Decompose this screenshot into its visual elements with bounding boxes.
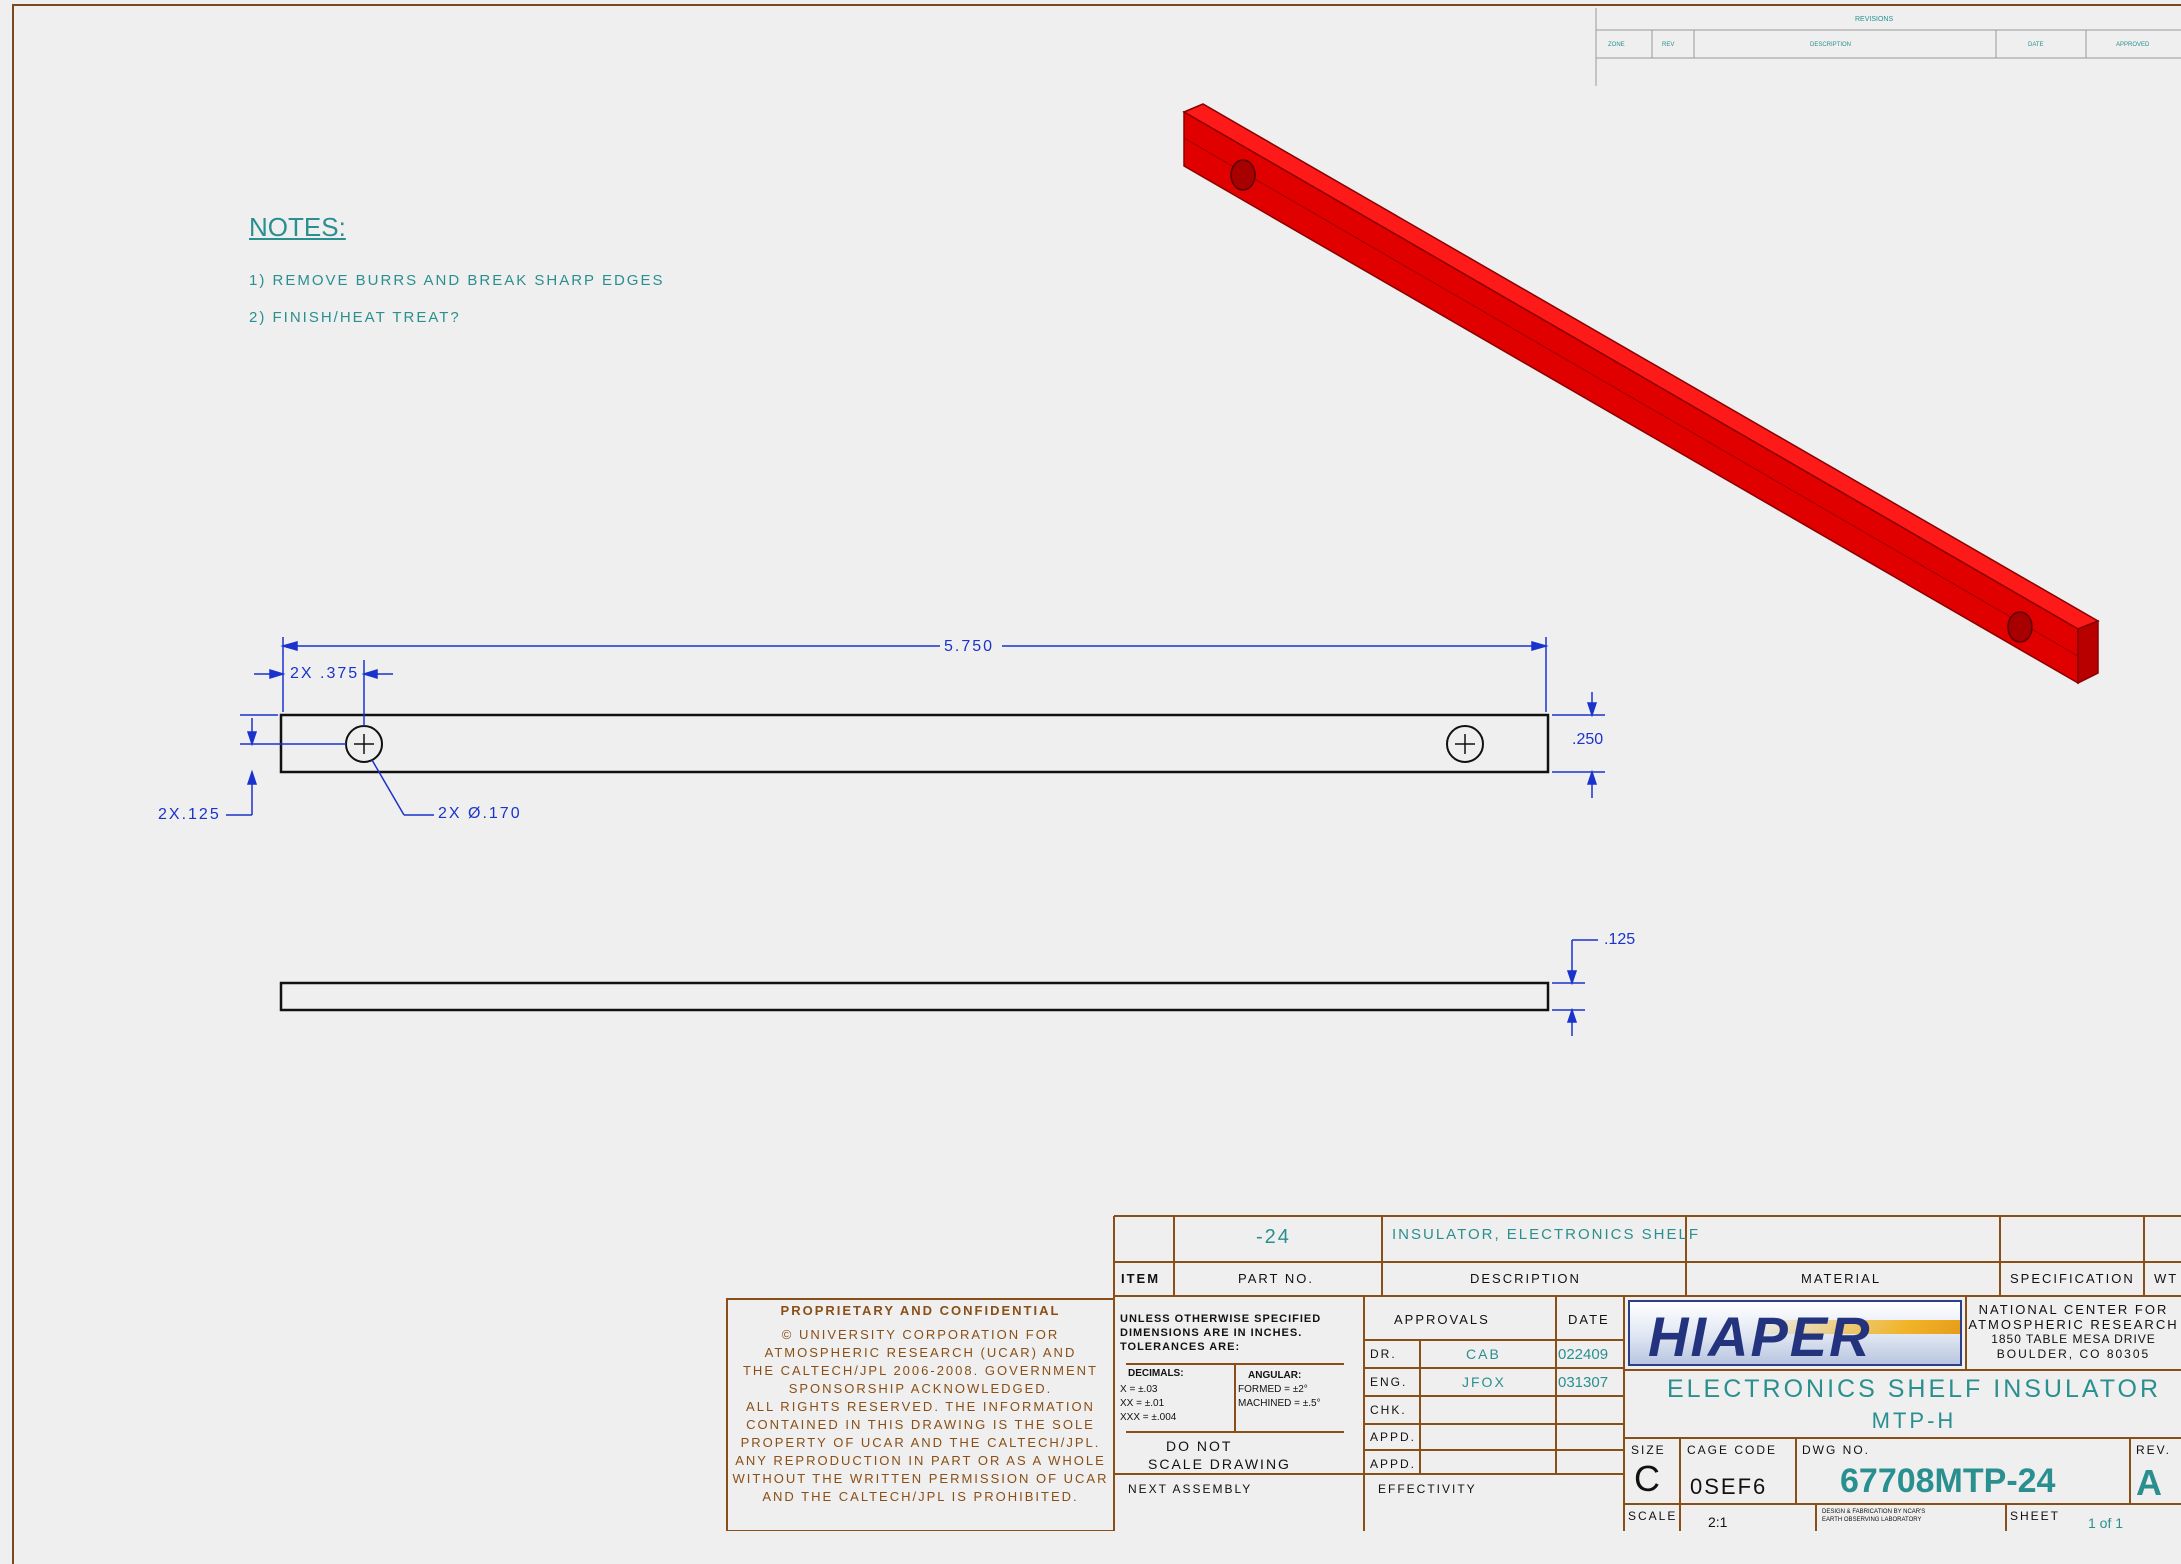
drawing-title: ELECTRONICS SHELF INSULATOR [1666,1375,2162,1403]
sheet-label: SHEET [2010,1509,2061,1523]
approval-date: 022409 [1558,1346,1609,1363]
proprietary-line: PROPERTY OF UCAR AND THE CALTECH/JPL. [740,1435,1101,1450]
bom-header-item: ITEM [1121,1271,1161,1286]
bom-header-part-no: PART NO. [1238,1271,1314,1286]
rev-value: A [2136,1462,2162,1503]
approvals-header: APPROVALS [1394,1312,1490,1327]
dwg-label: DWG NO. [1802,1443,1870,1457]
bom-header-weight: WT [2154,1271,2179,1286]
angular-label: ANGULAR: [1248,1370,1302,1381]
tolerance-header-2: DIMENSIONS ARE IN INCHES. [1120,1327,1303,1339]
proprietary-line: © UNIVERSITY CORPORATION FOR [781,1327,1060,1342]
effectivity-label: EFFECTIVITY [1378,1482,1477,1496]
fine-print-2: EARTH OBSERVING LABORATORY [1822,1517,1922,1523]
rev-label: REV. [2136,1443,2171,1457]
org-line: BOULDER, CO 80305 [1996,1347,2151,1361]
cage-label: CAGE CODE [1687,1443,1778,1457]
proprietary-line: THE CALTECH/JPL 2006-2008. GOVERNMENT [742,1363,1099,1378]
org-line: NATIONAL CENTER FOR [1978,1302,2169,1317]
proprietary-line: WITHOUT THE WRITTEN PERMISSION OF UCAR [732,1471,1109,1486]
approvals-date-header: DATE [1568,1312,1610,1327]
proprietary-title: PROPRIETARY AND CONFIDENTIAL [780,1303,1061,1318]
proprietary-block: PROPRIETARY AND CONFIDENTIAL © UNIVERSIT… [727,1303,1114,1506]
bom-description: INSULATOR, ELECTRONICS SHELF [1392,1226,1700,1243]
proprietary-line: ALL RIGHTS RESERVED. THE INFORMATION [746,1399,1095,1414]
decimal-xxx: XXX = ±.004 [1120,1412,1177,1423]
proprietary-line: ANY REPRODUCTION IN PART OR AS A WHOLE [735,1453,1106,1468]
decimal-x: X = ±.03 [1120,1384,1158,1395]
hiaper-logo: HIAPER [1628,1300,1962,1366]
size-value: C [1634,1458,1660,1499]
do-not-scale-1: DO NOT [1166,1438,1233,1454]
decimals-label: DECIMALS: [1128,1368,1184,1379]
approval-role: ENG. [1370,1375,1408,1389]
approval-date: 031307 [1558,1374,1609,1391]
approval-name: CAB [1466,1346,1501,1362]
approval-role: CHK. [1370,1403,1407,1417]
drawing-subtitle: MTP-H [1871,1408,1957,1433]
approval-name: JFOX [1462,1374,1506,1390]
tolerance-header-1: UNLESS OTHERWISE SPECIFIED [1120,1313,1322,1325]
proprietary-line: ATMOSPHERIC RESEARCH (UCAR) AND [764,1345,1077,1360]
approval-role: APPD. [1370,1430,1417,1444]
org-line: ATMOSPHERIC RESEARCH [1968,1317,2179,1332]
approval-role: DR. [1370,1347,1397,1361]
scale-label: SCALE [1628,1509,1678,1523]
scale-value: 2:1 [1708,1514,1728,1530]
cage-value: 0SEF6 [1690,1474,1768,1499]
hiaper-logo-text: HIAPER [1648,1305,1872,1366]
angular-formed: FORMED = ±2° [1238,1384,1308,1395]
approval-role: APPD. [1370,1457,1417,1471]
org-line: 1850 TABLE MESA DRIVE [1991,1332,2156,1346]
bom-header-description: DESCRIPTION [1470,1271,1581,1286]
next-assembly-label: NEXT ASSEMBLY [1128,1482,1253,1496]
bom-header-specification: SPECIFICATION [2010,1271,2135,1286]
bom-header-material: MATERIAL [1801,1271,1882,1286]
decimal-xx: XX = ±.01 [1120,1398,1165,1409]
proprietary-line: SPONSORSHIP ACKNOWLEDGED. [788,1381,1053,1396]
do-not-scale-2: SCALE DRAWING [1148,1456,1291,1472]
proprietary-line: AND THE CALTECH/JPL IS PROHIBITED. [762,1489,1079,1504]
sheet-value: 1 of 1 [2088,1515,2124,1531]
tolerance-header-3: TOLERANCES ARE: [1120,1341,1241,1353]
size-label: SIZE [1631,1443,1666,1457]
angular-machined: MACHINED = ±.5° [1238,1398,1321,1409]
dwg-number: 67708MTP-24 [1840,1462,2056,1500]
proprietary-line: CONTAINED IN THIS DRAWING IS THE SOLE [746,1417,1095,1432]
fine-print-1: DESIGN & FABRICATION BY NCAR'S [1822,1509,1926,1515]
bom-part-no: -24 [1256,1226,1291,1248]
